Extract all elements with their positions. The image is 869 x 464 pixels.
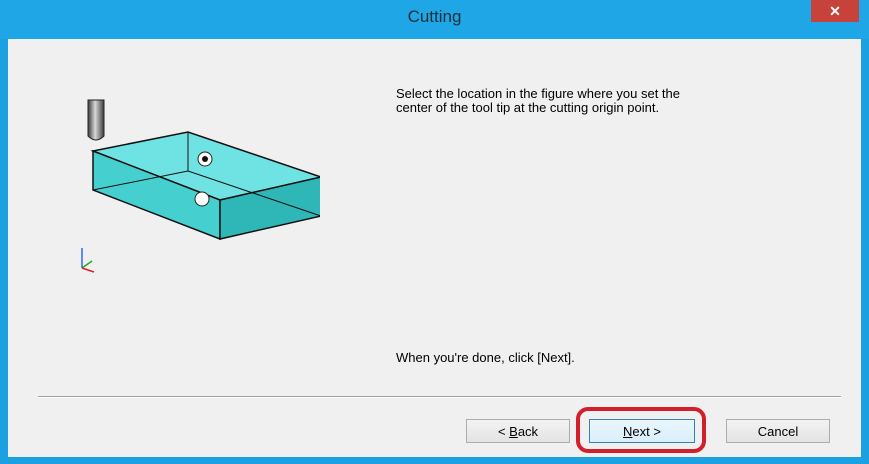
- next-button[interactable]: Next >: [589, 419, 695, 443]
- next-label: ext >: [632, 423, 661, 439]
- back-label: ack: [517, 423, 539, 439]
- cancel-button[interactable]: Cancel: [726, 419, 830, 443]
- tool-icon: [87, 99, 105, 141]
- back-mnemonic: B: [509, 423, 518, 439]
- back-button[interactable]: < Back: [466, 419, 570, 443]
- separator: [38, 396, 841, 398]
- done-hint-text: When you're done, click [Next].: [396, 350, 575, 365]
- back-prefix: <: [497, 423, 510, 439]
- cancel-label: Cancel: [757, 423, 799, 439]
- window-title: Cutting: [407, 7, 462, 26]
- close-button[interactable]: ✕: [811, 0, 859, 22]
- next-mnemonic: N: [623, 423, 633, 439]
- origin-point-center[interactable]: [194, 191, 210, 207]
- axis-icon: [81, 248, 95, 273]
- origin-point-top-selected[interactable]: [197, 151, 213, 167]
- close-icon: ✕: [829, 2, 841, 19]
- title-bar[interactable]: Cutting ✕: [0, 0, 869, 39]
- workpiece-figure: [81, 99, 320, 273]
- dialog-content: Select the location in the figure where …: [8, 39, 861, 457]
- dialog-window: Cutting ✕ Select the location in the fig…: [0, 0, 869, 464]
- instruction-text: Select the location in the figure where …: [396, 86, 681, 115]
- workpiece-box: [90, 131, 320, 241]
